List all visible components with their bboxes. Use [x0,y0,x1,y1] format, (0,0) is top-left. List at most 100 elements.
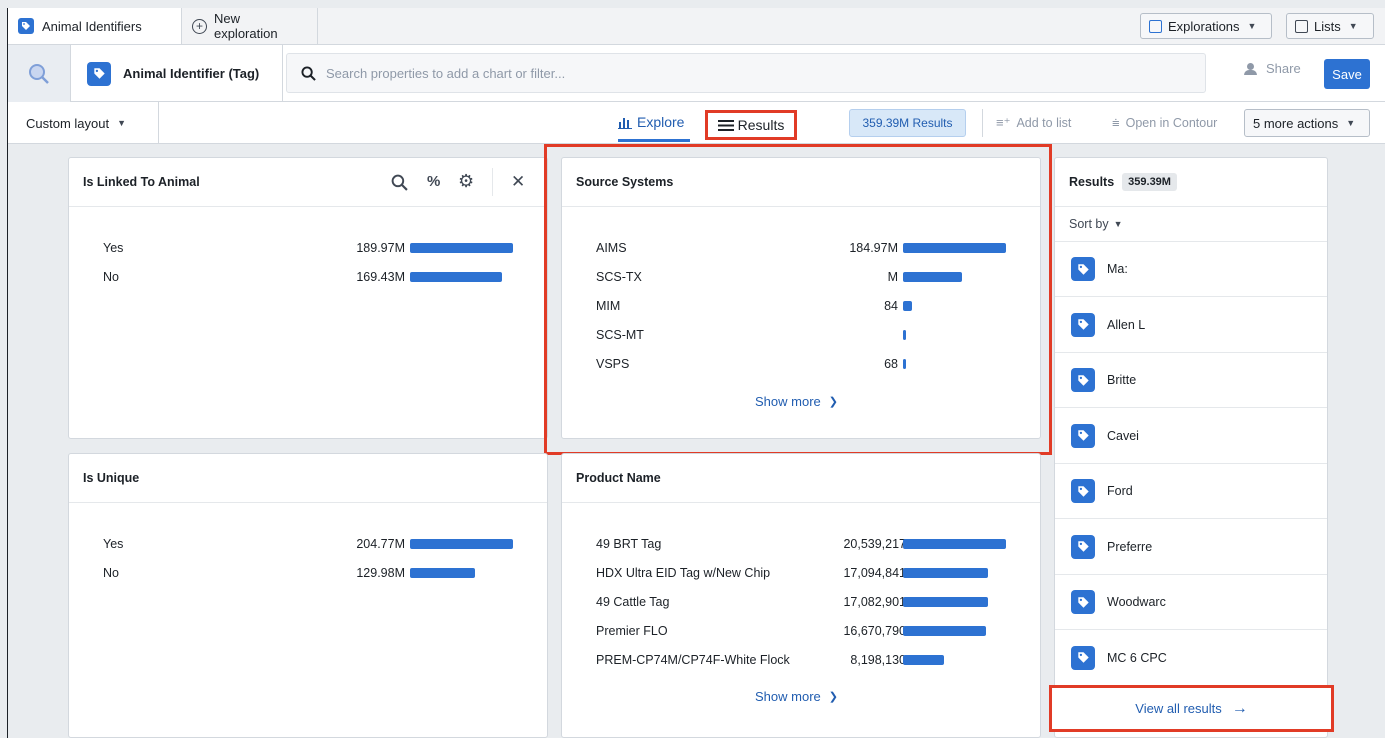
show-more-button[interactable]: Show more ❯ [755,689,838,704]
stat-row[interactable]: Yes 204.77M [103,534,523,554]
stat-value: 16,670,790 [843,624,906,638]
result-item[interactable]: Preferre [1055,520,1327,575]
card-header: Product Name [562,454,1040,503]
object-explorer-icon[interactable] [8,45,71,102]
card-is-linked-to-animal: Is Linked To Animal % ⚙ ✕ Yes 189.97M No 16… [68,157,548,439]
more-actions-dropdown[interactable]: 5 more actions ▼ [1244,109,1370,137]
stat-row[interactable]: Yes 189.97M [103,238,523,258]
contour-icon: ⩧ [1112,115,1120,130]
percent-icon[interactable]: % [427,173,440,190]
stat-value: 20,539,217 [843,537,906,551]
stat-bar [410,272,502,282]
stat-value: 17,094,841 [843,566,906,580]
result-item[interactable]: Allen L [1055,298,1327,353]
result-item[interactable]: MC 6 CPC [1055,631,1327,686]
stat-row[interactable]: HDX Ultra EID Tag w/New Chip 17,094,841 [596,563,1016,583]
open-in-contour-button[interactable]: ⩧ Open in Contour [1112,115,1217,131]
tab-bar: Animal Identifiers + New exploration Exp… [8,8,1385,45]
tab-explore[interactable]: Explore [618,114,684,130]
tag-icon [18,18,34,34]
magnifier-icon [29,63,49,84]
object-type-chip[interactable]: Animal Identifier (Tag) [71,45,283,102]
sort-by-dropdown[interactable]: Sort by ▼ [1069,217,1123,231]
stat-value: 189.97M [356,241,405,255]
result-item[interactable]: Britte [1055,353,1327,408]
tag-icon [1071,257,1095,281]
stat-label: No [103,270,119,284]
results-label: Results [737,117,785,133]
bar-chart-icon [618,117,632,129]
tag-icon [87,61,111,86]
result-item[interactable]: Ford [1055,464,1327,519]
results-count-button[interactable]: 359.39M Results [849,109,966,137]
tag-icon [1071,312,1095,337]
tag-icon [1071,534,1095,559]
add-to-list-button[interactable]: ≡⁺ Add to list [996,115,1071,131]
tag-icon [1071,590,1095,614]
explorations-icon [1149,19,1162,33]
stat-label: PREM-CP74M/CP74F-White Flock [596,653,790,667]
add-to-list-label: Add to list [1016,116,1072,130]
results-count-badge: 359.39M [1122,173,1177,191]
sort-label: Sort by [1069,217,1109,231]
layout-dropdown[interactable]: Custom layout ▼ [8,102,159,144]
card-title: Is Linked To Animal [83,175,200,189]
tab-results[interactable]: Results [705,110,797,140]
tag-icon [1071,479,1095,503]
caret-down-icon: ▼ [117,118,127,128]
stat-row[interactable]: No 129.98M [103,563,523,583]
explore-label: Explore [637,114,685,130]
result-item[interactable]: Cavei [1055,409,1327,464]
result-label: Cavei [1107,428,1139,443]
add-list-icon: ≡⁺ [996,115,1011,130]
header-divider [492,168,493,196]
stat-row[interactable]: Premier FLO 16,670,790 [596,621,1016,641]
stat-bar [903,626,986,636]
stat-list: 49 BRT Tag 20,539,217 HDX Ultra EID Tag w/… [596,534,1016,667]
card-product-name: Product Name 49 BRT Tag 20,539,217 HDX Ult… [561,453,1041,738]
search-placeholder: Search properties to add a chart or filt… [326,65,566,81]
stat-row[interactable]: 49 Cattle Tag 17,082,901 [596,592,1016,612]
caret-down-icon: ▼ [1346,118,1356,128]
explorations-dropdown[interactable]: Explorations ▼ [1140,13,1272,39]
result-label: Ma: [1107,262,1128,276]
tag-icon [1071,368,1095,392]
highlight-frame [544,144,1052,455]
result-item[interactable]: Ma: [1055,242,1327,297]
lists-dropdown[interactable]: Lists ▼ [1286,13,1374,39]
results-panel: Results 359.39M Sort by ▼ Ma: Allen L Brit… [1054,157,1328,738]
more-actions-label: 5 more actions [1253,115,1339,131]
gear-icon[interactable]: ⚙ [458,171,474,192]
close-icon[interactable]: ✕ [511,172,525,192]
lists-icon [1295,19,1308,33]
exploration-header: Animal Identifier (Tag) Search propertie… [8,45,1385,102]
lists-label: Lists [1314,18,1341,34]
tab-animal-identifiers[interactable]: Animal Identifiers [8,8,182,44]
result-label: MC 6 CPC [1107,650,1167,665]
plus-circle-icon: + [192,18,207,34]
search-icon [301,65,316,81]
result-label: Ford [1107,484,1133,498]
stat-label: Premier FLO [596,624,668,638]
stat-row[interactable]: No 169.43M [103,267,523,287]
stat-bar [410,243,513,253]
tab-new-exploration[interactable]: + New exploration [182,8,318,44]
result-label: Preferre [1107,539,1153,554]
explorations-label: Explorations [1168,18,1240,34]
result-item[interactable]: Woodwarc [1055,575,1327,630]
property-search-input[interactable]: Search properties to add a chart or filt… [286,53,1206,93]
view-all-results-button[interactable]: View all results → [1049,685,1334,732]
caret-down-icon: ▼ [1348,21,1358,31]
result-label: Allen L [1107,317,1146,332]
save-button[interactable]: Save [1324,59,1370,89]
share-label: Share [1266,61,1301,76]
stat-value: 129.98M [356,566,405,580]
share-button[interactable]: Share [1244,61,1301,76]
tab-label: Animal Identifiers [42,18,142,34]
stat-list: Yes 204.77M No 129.98M [103,534,523,594]
stat-row[interactable]: PREM-CP74M/CP74F-White Flock 8,198,130 [596,650,1016,670]
stat-row[interactable]: 49 BRT Tag 20,539,217 [596,534,1016,554]
search-icon[interactable] [391,174,408,191]
card-header: Is Linked To Animal [69,158,547,207]
result-label: Woodwarc [1107,595,1166,609]
